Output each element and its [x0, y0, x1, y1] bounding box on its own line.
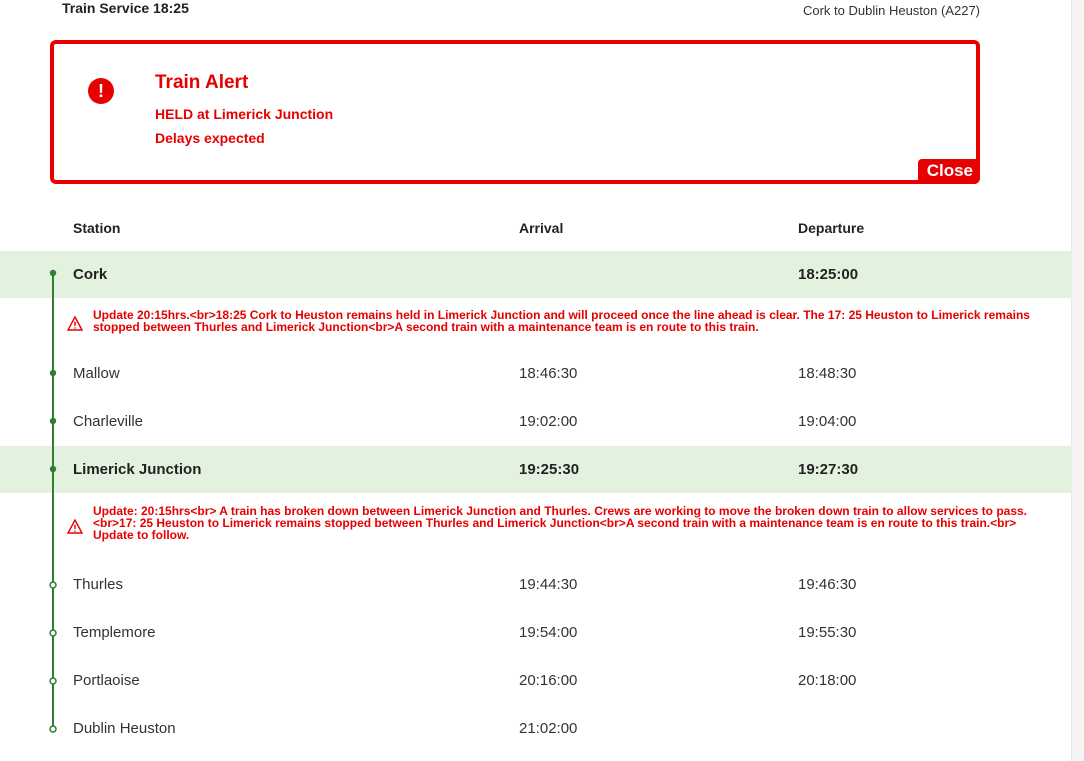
departure-time: 18:48:30 [798, 365, 857, 382]
alert-detail: Delays expected [155, 130, 265, 146]
station-name: Templemore [73, 624, 156, 641]
arrival-time: 19:54:00 [519, 624, 578, 641]
exclamation-icon: ! [88, 78, 114, 104]
departure-time: 19:46:30 [798, 576, 857, 593]
arrival-time: 18:46:30 [519, 365, 578, 382]
station-name: Dublin Heuston [73, 720, 176, 737]
station-name: Limerick Junction [73, 461, 202, 478]
stop-row: Portlaoise 20:16:00 20:18:00 [0, 657, 1072, 704]
train-alert-box: ! Train Alert HELD at Limerick Junction … [50, 40, 980, 184]
departure-time: 19:55:30 [798, 624, 857, 641]
station-name: Thurles [73, 576, 124, 593]
alert-title: Train Alert [155, 72, 249, 93]
stop-row: Dublin Heuston 21:02:00 [0, 705, 1072, 752]
route-label: Cork to Dublin Heuston (A227) [802, 3, 980, 18]
station-name: Portlaoise [73, 672, 140, 689]
stop-row: Thurles 19:44:30 19:46:30 [0, 561, 1072, 608]
departure-time: 19:27:30 [798, 461, 859, 478]
close-button[interactable]: Close [917, 159, 980, 184]
scrollbar[interactable] [1071, 0, 1084, 761]
arrival-time: 19:25:30 [519, 461, 580, 478]
warning-icon [67, 519, 83, 534]
warning-icon [67, 316, 83, 331]
update-note: Update: 20:15hrs<br> A train has broken … [0, 493, 1072, 561]
station-name: Mallow [73, 365, 120, 382]
departure-time: 20:18:00 [798, 672, 857, 689]
arrival-time: 21:02:00 [519, 720, 578, 737]
stop-row: Charleville 19:02:00 19:04:00 [0, 398, 1072, 445]
column-header-departure: Departure [798, 220, 865, 236]
update-note-text: Update 20:15hrs.<br>18:25 Cork to Heusto… [93, 308, 1030, 334]
departure-time: 19:04:00 [798, 413, 857, 430]
stop-row: Mallow 18:46:30 18:48:30 [0, 350, 1072, 397]
arrival-time: 19:02:00 [519, 413, 578, 430]
update-note: Update 20:15hrs.<br>18:25 Cork to Heusto… [0, 298, 1072, 350]
alert-status: HELD at Limerick Junction [155, 106, 334, 122]
stop-row: Templemore 19:54:00 19:55:30 [0, 609, 1072, 656]
service-header: Train Service 18:25 Cork to Dublin Heust… [0, 0, 1084, 22]
arrival-time: 20:16:00 [519, 672, 578, 689]
stop-row: Limerick Junction 19:25:30 19:27:30 [0, 446, 1072, 493]
column-header-station: Station [73, 220, 121, 236]
station-name: Charleville [73, 413, 144, 430]
departure-time: 18:25:00 [798, 266, 859, 283]
update-note-text: Update: 20:15hrs<br> A train has broken … [93, 504, 1028, 542]
service-title: Train Service 18:25 [62, 0, 189, 16]
stop-row: Cork 18:25:00 [0, 251, 1072, 298]
arrival-time: 19:44:30 [519, 576, 578, 593]
column-header-arrival: Arrival [519, 220, 564, 236]
station-name: Cork [73, 266, 108, 283]
